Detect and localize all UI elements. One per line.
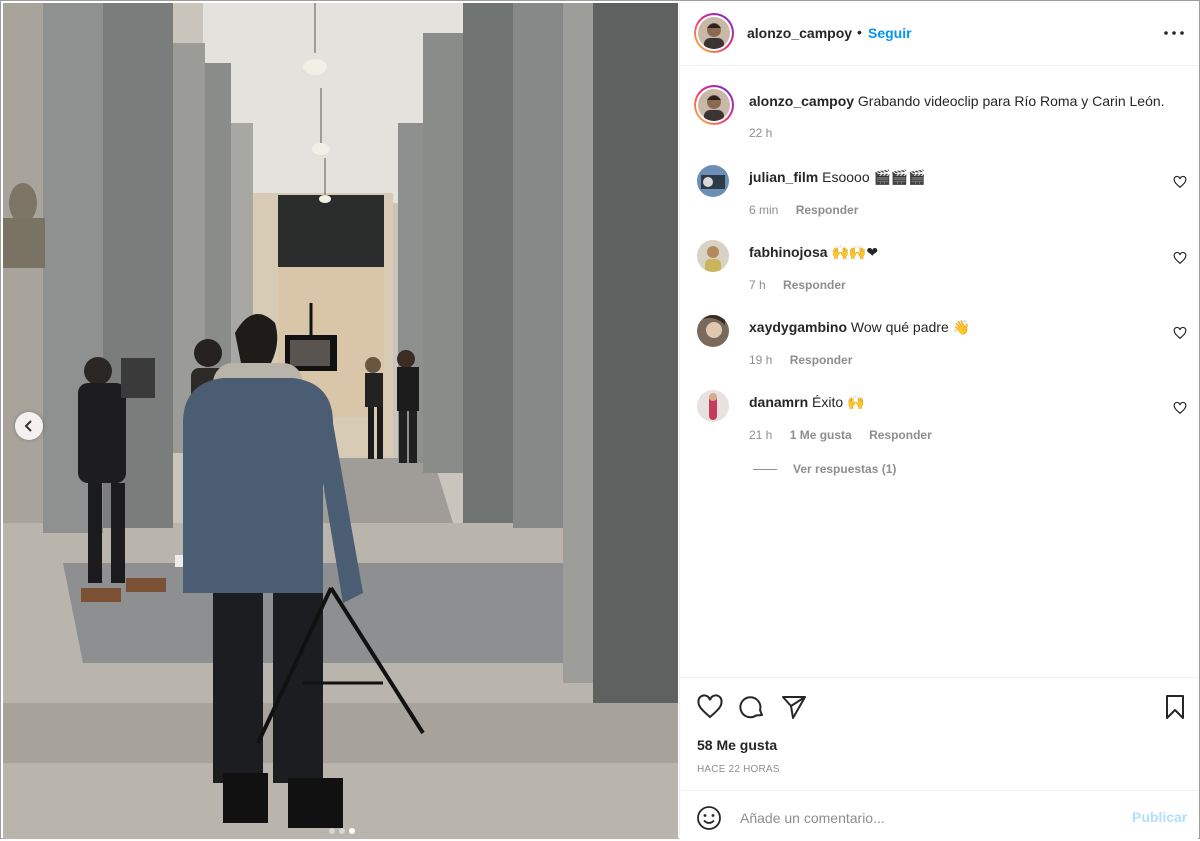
avatar-image [697,315,729,347]
reply-button[interactable]: Responder [790,353,853,367]
follow-button[interactable]: Seguir [868,25,912,41]
commenter-username[interactable]: fabhinojosa [749,244,828,260]
comment-time[interactable]: 6 min [749,203,778,217]
comment-text: Éxito 🙌 [812,394,865,410]
caption-meta: 22 h [749,126,786,140]
view-replies-button[interactable]: Ver respuestas (1) [753,462,896,476]
comment-text: Wow qué padre 👋 [850,319,971,335]
publish-button[interactable]: Publicar [1132,809,1187,825]
comment-text: 🙌🙌❤ [831,244,879,260]
comment-icon[interactable] [738,693,766,721]
commenter-avatar[interactable] [697,165,729,197]
carousel-dot [329,828,335,834]
caption-username[interactable]: alonzo_campoy [749,93,854,109]
comment-like-heart-icon[interactable] [1173,401,1187,415]
commenter-username[interactable]: xaydygambino [749,319,847,335]
avatar-image [698,89,730,121]
caption-avatar[interactable] [694,85,734,125]
carousel-dot [339,828,345,834]
likes-count[interactable]: 58 Me gusta [697,737,777,753]
post-time[interactable]: HACE 22 HORAS [697,764,780,775]
avatar-image [697,240,729,272]
commenter-avatar[interactable] [697,315,729,347]
avatar-image [697,390,729,422]
reply-button[interactable]: Responder [783,278,846,292]
comment-like-heart-icon[interactable] [1173,251,1187,265]
comment-time[interactable]: 21 h [749,428,772,442]
commenter-avatar[interactable] [697,240,729,272]
replies-divider [753,468,777,470]
comment-bar: Publicar [680,790,1198,841]
comment-input[interactable] [738,805,1122,831]
send-icon[interactable] [780,693,808,721]
author-username[interactable]: alonzo_campoy [747,25,852,41]
carousel-indicator [329,828,355,834]
author-avatar[interactable] [694,13,734,53]
avatar-image [697,165,729,197]
separator-dot: • [857,24,862,40]
comment-like-heart-icon[interactable] [1173,326,1187,340]
bookmark-icon[interactable] [1161,693,1189,721]
photo-scene [3,3,678,839]
carousel-dot-active [349,828,355,834]
post-header: alonzo_campoy • Seguir [680,3,1198,66]
chevron-left-icon [24,420,32,432]
caption-text: alonzo_campoy Grabando videoclip para Rí… [749,93,1165,109]
carousel-prev-button[interactable] [15,412,43,440]
caption-body: Grabando videoclip para Río Roma y Carin… [857,93,1165,109]
comment-likes-count[interactable]: 1 Me gusta [790,428,852,442]
heart-icon[interactable] [696,693,724,721]
comment-like-heart-icon[interactable] [1173,175,1187,189]
comment-text: Esoooo 🎬🎬🎬 [822,169,926,185]
post-actions: 58 Me gusta HACE 22 HORAS Publicar [680,677,1198,838]
reply-button[interactable]: Responder [796,203,859,217]
avatar-image [698,17,730,49]
more-horizontal-icon[interactable] [1162,23,1186,43]
commenter-avatar[interactable] [697,390,729,422]
comment-time[interactable]: 19 h [749,353,772,367]
caption-time[interactable]: 22 h [749,126,772,140]
comment-time[interactable]: 7 h [749,278,766,292]
view-replies-label: Ver respuestas (1) [793,462,897,476]
post-side-panel: alonzo_campoy • Seguir alonzo_campoy Gra… [679,3,1198,839]
emoji-icon[interactable] [696,805,722,831]
post-photo[interactable] [3,3,678,839]
reply-button[interactable]: Responder [869,428,932,442]
commenter-username[interactable]: julian_film [749,169,818,185]
commenter-username[interactable]: danamrn [749,394,808,410]
